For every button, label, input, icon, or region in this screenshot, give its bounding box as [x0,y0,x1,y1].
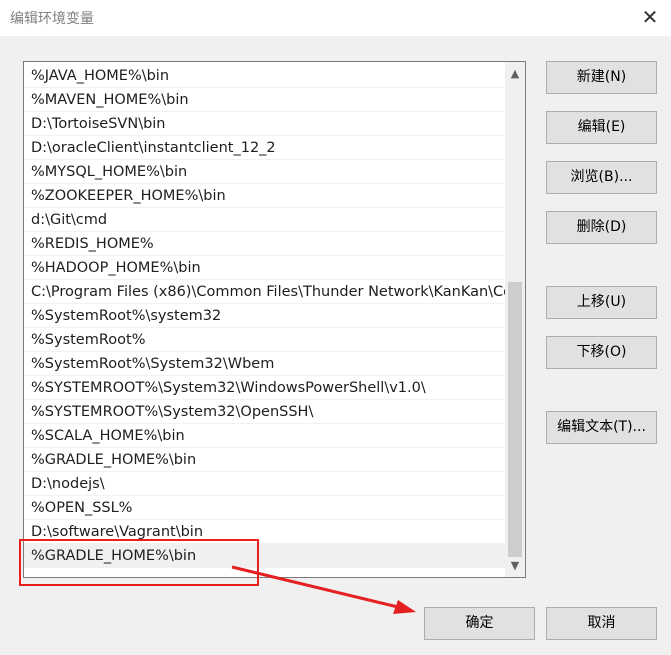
annotation-arrow-icon [231,565,416,614]
